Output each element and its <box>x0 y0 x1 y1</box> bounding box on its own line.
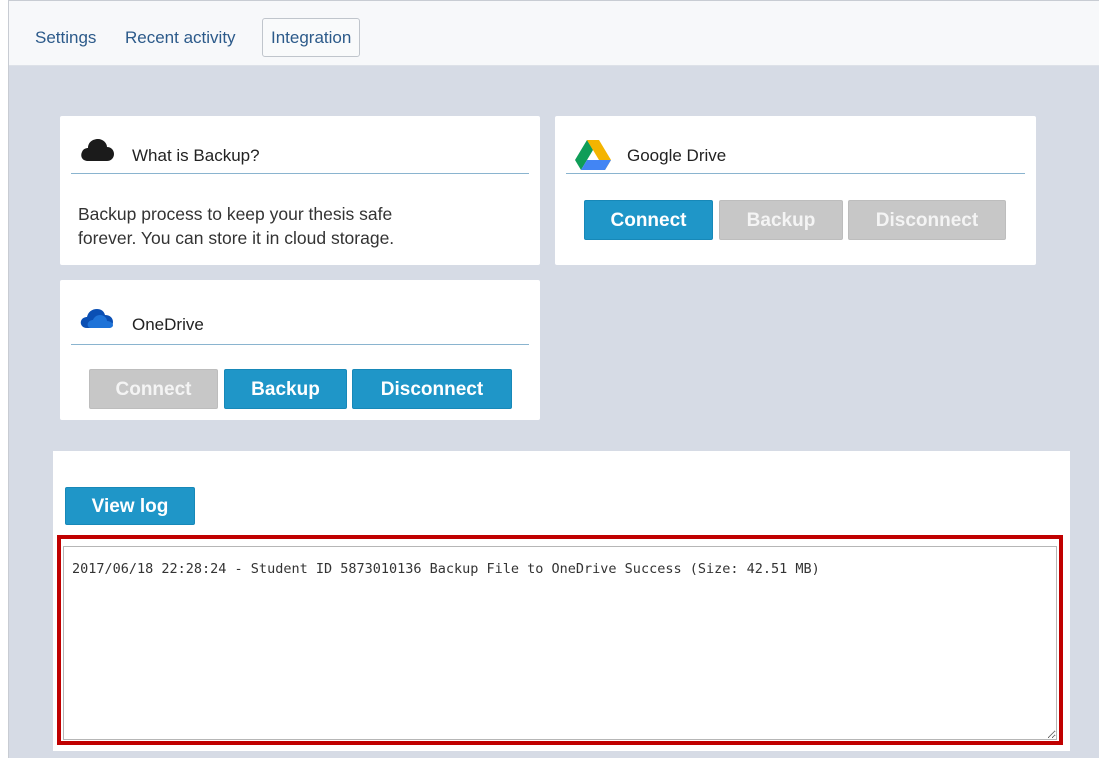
google-drive-card: Google Drive Connect Backup Disconnect <box>555 116 1036 265</box>
tab-settings[interactable]: Settings <box>35 18 96 57</box>
card-title: Google Drive <box>627 146 727 165</box>
description-line: forever. You can store it in cloud stora… <box>78 228 395 248</box>
onedrive-backup-button[interactable]: Backup <box>224 369 347 409</box>
integration-page: Settings Recent activity Integration Wha… <box>8 0 1099 758</box>
onedrive-card: OneDrive Connect Backup Disconnect <box>60 280 540 420</box>
tab-bar: Settings Recent activity Integration <box>9 1 1099 66</box>
backup-info-card: What is Backup? Backup process to keep y… <box>60 116 540 265</box>
onedrive-icon <box>80 307 114 334</box>
card-title: What is Backup? <box>132 146 260 165</box>
description-line: Backup process to keep your thesis safe <box>78 204 393 224</box>
gdrive-connect-button[interactable]: Connect <box>584 200 713 240</box>
google-drive-icon <box>575 140 611 175</box>
gdrive-backup-button[interactable]: Backup <box>719 200 843 240</box>
log-textarea[interactable]: 2017/06/18 22:28:24 - Student ID 5873010… <box>63 546 1057 740</box>
gdrive-disconnect-button[interactable]: Disconnect <box>848 200 1006 240</box>
log-panel: View log 2017/06/18 22:28:24 - Student I… <box>53 451 1070 751</box>
onedrive-connect-button[interactable]: Connect <box>89 369 218 409</box>
cloud-icon <box>80 138 114 167</box>
backup-description: Backup process to keep your thesis safe … <box>78 202 498 250</box>
card-title: OneDrive <box>132 315 204 334</box>
tab-integration[interactable]: Integration <box>262 18 361 57</box>
tab-recent-activity[interactable]: Recent activity <box>125 18 236 57</box>
view-log-button[interactable]: View log <box>65 487 195 525</box>
onedrive-disconnect-button[interactable]: Disconnect <box>352 369 512 409</box>
